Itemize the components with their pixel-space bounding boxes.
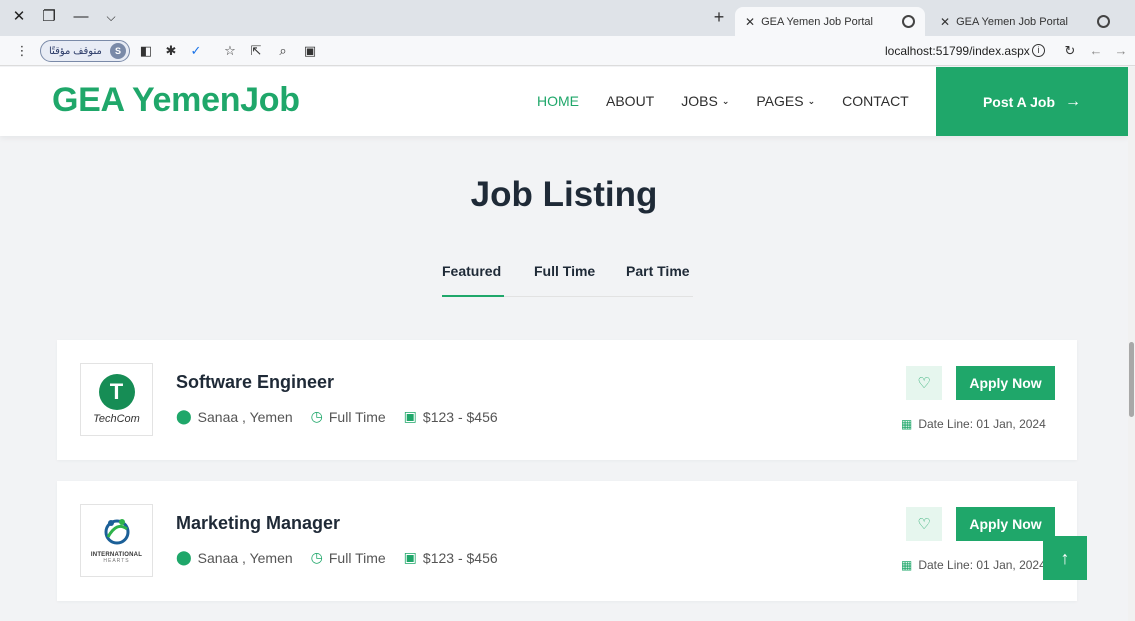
clock-icon: ◷ (310, 408, 323, 424)
post-job-label: Post A Job (982, 93, 1056, 110)
close-window-icon[interactable]: ✕ (8, 7, 30, 27)
arrow-up-icon: ↑ (1060, 547, 1070, 568)
deadline-text: Date Line: 01 Jan, 2024 (918, 417, 1046, 431)
company-logo-text: TechCom (93, 413, 140, 425)
heart-icon: ♡ (917, 375, 931, 392)
nav-home[interactable]: HOME (537, 93, 579, 109)
nav-jobs[interactable]: JOBS ⌄ (681, 93, 729, 109)
tab-full-time[interactable]: Full Time (534, 263, 595, 279)
job-card[interactable]: T TechCom Software Engineer ⬤ Sanaa , Yem… (57, 340, 1077, 460)
site-header: GEA YemenJob HOME ABOUT JOBS ⌄ PAGES ⌄ CON… (0, 67, 1128, 136)
close-tab-icon[interactable]: ✕ (745, 15, 755, 29)
job-title[interactable]: Software Engineer (176, 372, 334, 393)
apply-now-button[interactable]: Apply Now (956, 507, 1055, 541)
favorite-heart-button[interactable]: ♡ (906, 507, 942, 541)
calendar-icon: ▦ (901, 558, 913, 572)
favorite-heart-button[interactable]: ♡ (906, 366, 942, 400)
company-logo[interactable]: INTERNATIONAL HEARTS (80, 504, 153, 577)
tab-part-time[interactable]: Part Time (626, 263, 690, 279)
share-icon[interactable]: ⇱ (248, 43, 264, 59)
section-title: Job Listing (470, 175, 658, 214)
menu-kebab-icon[interactable]: ⋮ (14, 43, 30, 59)
nav-label: CONTACT (842, 93, 909, 109)
job-title[interactable]: Marketing Manager (176, 513, 340, 534)
nav-pages[interactable]: PAGES ⌄ (756, 93, 815, 109)
address-bar[interactable]: localhost:51799/index.aspx (885, 44, 1030, 58)
site-logo[interactable]: GEA YemenJob (52, 81, 300, 120)
tab-title: GEA Yemen Job Portal (956, 15, 1068, 28)
job-type: Full Time (328, 549, 386, 566)
map-pin-icon: ⬤ (176, 408, 192, 424)
translate-icon[interactable]: ▣ (302, 43, 318, 59)
heart-icon: ♡ (917, 516, 931, 533)
globe-icon (1097, 15, 1110, 28)
browser-tab[interactable]: ✕ GEA Yemen Job Portal (930, 7, 1120, 36)
avatar: S (110, 43, 126, 59)
browser-tab-active[interactable]: ✕ GEA Yemen Job Portal (735, 7, 925, 36)
close-tab-icon[interactable]: ✕ (940, 15, 950, 29)
nav-about[interactable]: ABOUT (606, 93, 654, 109)
browser-tab-strip: ✕ ❐ — ⌵ + ✕ GEA Yemen Job Portal ✕ GEA Y… (0, 0, 1135, 36)
job-deadline: ▦ Date Line: 01 Jan, 2024 (901, 558, 1046, 572)
deadline-text: Date Line: 01 Jan, 2024 (918, 558, 1046, 572)
calendar-icon: ▦ (901, 417, 913, 431)
reload-icon[interactable]: ↻ (1062, 43, 1078, 59)
nav-label: HOME (537, 93, 579, 109)
tab-search-chevron-icon[interactable]: ⌵ (100, 7, 122, 27)
forward-arrow-icon[interactable]: → (1113, 43, 1129, 59)
active-tab-underline (442, 295, 504, 297)
main-nav: HOME ABOUT JOBS ⌄ PAGES ⌄ CONTACT (537, 93, 936, 109)
back-to-top-button[interactable]: ↑ (1043, 536, 1087, 580)
nav-label: PAGES (756, 93, 804, 109)
international-hearts-logo-icon (104, 519, 129, 545)
nav-label: ABOUT (606, 93, 655, 109)
site-info-icon[interactable]: i (1032, 44, 1045, 57)
page-viewport: GEA YemenJob HOME ABOUT JOBS ⌄ PAGES ⌄ CON… (0, 67, 1128, 621)
bookmark-star-icon[interactable]: ☆ (222, 43, 238, 59)
company-logo[interactable]: T TechCom (80, 363, 153, 436)
profile-button[interactable]: متوقف مؤقتًا S (40, 40, 130, 62)
scrollbar-thumb[interactable] (1129, 342, 1134, 417)
chevron-down-icon: ⌄ (721, 95, 730, 106)
job-meta: ⬤ Sanaa , Yemen ◷ Full Time ▣ $123 - $456 (176, 549, 516, 566)
post-job-button[interactable]: Post A Job → (936, 67, 1128, 136)
page-scrollbar[interactable] (1128, 67, 1135, 621)
arrow-right-icon: → (1065, 92, 1082, 110)
new-tab-plus-icon[interactable]: + (710, 8, 728, 26)
company-logo-subtext: HEARTS (103, 558, 130, 564)
check-extension-icon[interactable]: ✓ (188, 43, 204, 59)
map-pin-icon: ⬤ (176, 549, 192, 565)
tab-title: GEA Yemen Job Portal (761, 15, 873, 28)
job-deadline: ▦ Date Line: 01 Jan, 2024 (901, 417, 1046, 431)
chevron-down-icon: ⌄ (807, 95, 816, 106)
back-arrow-icon[interactable]: ← (1088, 43, 1104, 59)
clock-icon: ◷ (310, 549, 323, 565)
job-card[interactable]: INTERNATIONAL HEARTS Marketing Manager ⬤… (57, 481, 1077, 601)
job-meta: ⬤ Sanaa , Yemen ◷ Full Time ▣ $123 - $456 (176, 408, 516, 425)
nav-label: JOBS (681, 93, 718, 109)
money-icon: ▣ (403, 408, 417, 424)
job-location: Sanaa , Yemen (197, 408, 293, 425)
job-filter-tabs: Featured Full Time Part Time (442, 263, 693, 297)
globe-icon (902, 15, 915, 28)
minimize-window-icon[interactable]: — (70, 7, 92, 27)
job-salary: $123 - $456 (422, 408, 498, 425)
zoom-icon[interactable]: ⌕ (275, 43, 291, 59)
techcom-logo-icon: T (98, 374, 135, 410)
job-location: Sanaa , Yemen (197, 549, 293, 566)
profile-status-label: متوقف مؤقتًا (49, 45, 102, 57)
sidebar-icon[interactable]: ◧ (138, 43, 154, 59)
browser-toolbar: ⋮ متوقف مؤقتًا S ◧ ✱ ✓ ☆ ⇱ ⌕ ▣ localhost… (0, 36, 1135, 66)
extensions-puzzle-icon[interactable]: ✱ (163, 43, 179, 59)
money-icon: ▣ (403, 549, 417, 565)
restore-window-icon[interactable]: ❐ (38, 7, 60, 27)
job-type: Full Time (328, 408, 386, 425)
tab-featured[interactable]: Featured (442, 263, 501, 279)
apply-now-button[interactable]: Apply Now (956, 366, 1055, 400)
job-salary: $123 - $456 (422, 549, 498, 566)
nav-contact[interactable]: CONTACT (842, 93, 909, 109)
